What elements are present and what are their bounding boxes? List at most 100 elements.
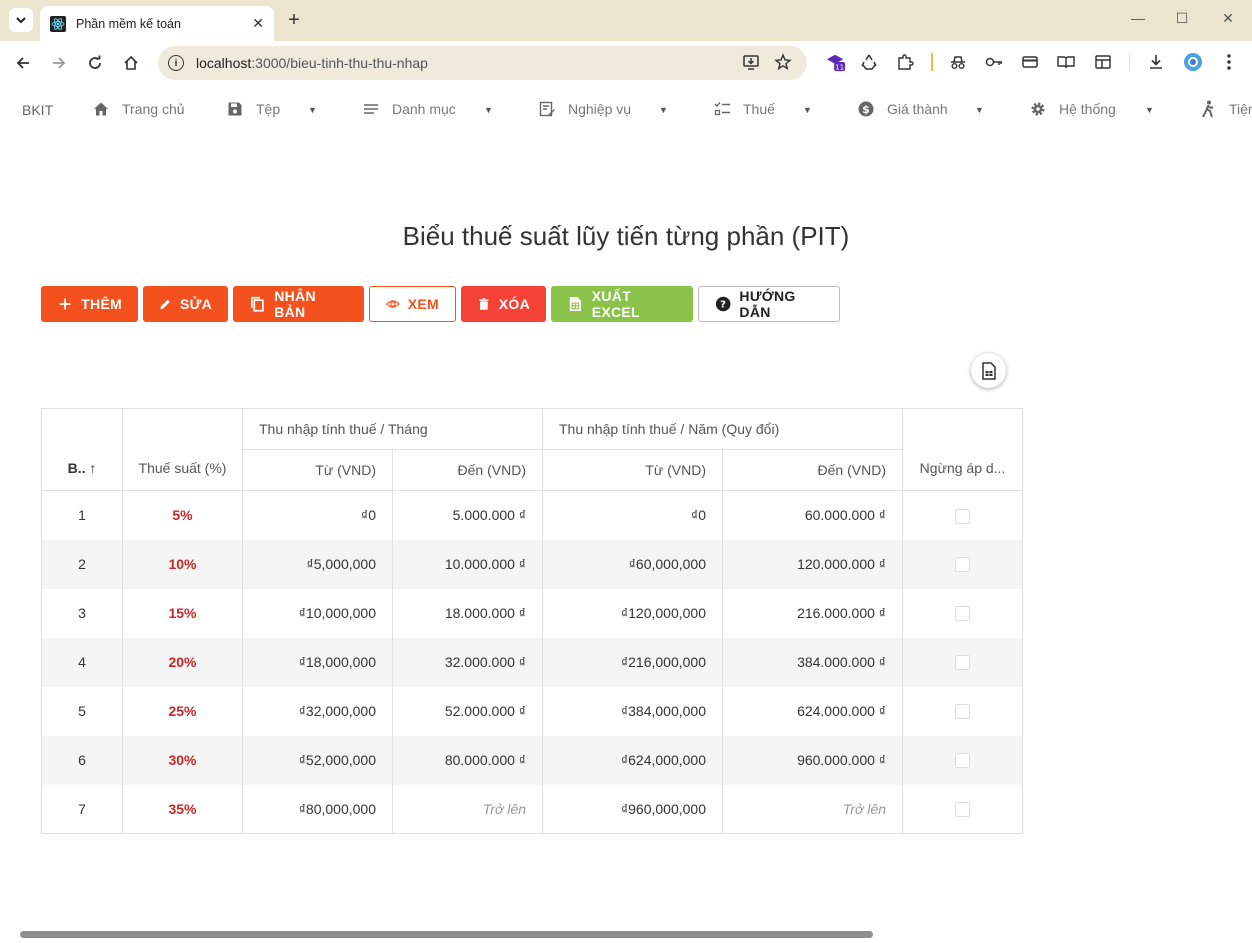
- table-row[interactable]: 5 25% ₫32,000,000 52.000.000 ₫ ₫384,000,…: [41, 686, 1023, 736]
- cell-year-from: ₫60,000,000: [542, 539, 723, 589]
- scrollbar-thumb[interactable]: [20, 931, 873, 938]
- cell-stop: [902, 539, 1023, 589]
- menu-utilities[interactable]: Tiện: [1199, 100, 1252, 118]
- menu-cost[interactable]: $ Giá thành ▼: [857, 100, 984, 118]
- browser-titlebar: Phần mềm kế toán ✕ + — ☐ ✕: [0, 0, 1252, 41]
- edit-button[interactable]: SỬA: [143, 286, 228, 322]
- browser-tab-active[interactable]: Phần mềm kế toán ✕: [40, 6, 274, 41]
- site-info-icon[interactable]: i: [168, 55, 184, 71]
- menu-system[interactable]: Hệ thống ▼: [1029, 100, 1154, 118]
- checklist-icon: [713, 100, 731, 118]
- back-button[interactable]: [11, 51, 35, 75]
- cell-month-to: 80.000.000 ₫: [392, 735, 543, 785]
- address-bar[interactable]: i localhost:3000/bieu-tinh-thu-thu-nhap: [158, 46, 807, 80]
- plus-icon: [59, 298, 71, 310]
- table-row[interactable]: 1 5% ₫0 5.000.000 ₫ ₫0 60.000.000 ₫: [41, 490, 1023, 540]
- pencil-icon: [160, 299, 170, 310]
- menu-tax[interactable]: Thuế ▼: [713, 100, 812, 118]
- tab-title: Phần mềm kế toán: [76, 16, 181, 31]
- stop-checkbox[interactable]: [955, 753, 970, 769]
- reload-button[interactable]: [83, 51, 107, 75]
- column-header-month-from[interactable]: Từ (VND): [242, 449, 393, 491]
- cell-month-from: ₫10,000,000: [242, 588, 393, 638]
- menu-file[interactable]: Tệp ▼: [226, 100, 317, 118]
- table-row[interactable]: 3 15% ₫10,000,000 18.000.000 ₫ ₫120,000,…: [41, 588, 1023, 638]
- menu-operations[interactable]: Nghiệp vụ ▼: [538, 100, 668, 118]
- caret-down-icon: ▼: [484, 105, 493, 115]
- table-row[interactable]: 7 35% ₫80,000,000 Trở lên ₫960,000,000 T…: [41, 784, 1023, 834]
- column-header-year-from[interactable]: Từ (VND): [542, 449, 723, 491]
- stop-checkbox[interactable]: [955, 557, 970, 573]
- table-row[interactable]: 4 20% ₫18,000,000 32.000.000 ₫ ₫216,000,…: [41, 637, 1023, 687]
- toolbar-divider: [1129, 53, 1130, 71]
- cell-month-to: 32.000.000 ₫: [392, 637, 543, 687]
- maximize-button[interactable]: ☐: [1172, 10, 1192, 27]
- column-header-stt[interactable]: B.. ↑: [41, 408, 123, 491]
- close-window-button[interactable]: ✕: [1218, 10, 1238, 27]
- minimize-button[interactable]: —: [1128, 10, 1148, 26]
- page-title: Biểu thuế suất lũy tiến từng phần (PIT): [402, 221, 850, 251]
- menu-home-label: Trang chủ: [122, 101, 185, 117]
- download-icon[interactable]: [1146, 52, 1166, 72]
- address-url[interactable]: localhost:3000/bieu-tinh-thu-thu-nhap: [196, 55, 428, 71]
- password-key-icon[interactable]: [984, 52, 1004, 72]
- horizontal-scrollbar[interactable]: [16, 929, 1238, 939]
- svg-text:$: $: [862, 103, 870, 116]
- stop-checkbox[interactable]: [955, 655, 970, 671]
- dollar-icon: $: [857, 100, 875, 118]
- caret-down-icon: ▼: [803, 105, 812, 115]
- close-tab-icon[interactable]: ✕: [252, 15, 264, 32]
- column-header-rate[interactable]: Thuế suất (%): [122, 408, 243, 491]
- new-tab-button[interactable]: +: [283, 8, 305, 32]
- extensions-puzzle-icon[interactable]: [895, 52, 915, 72]
- cell-year-to: 216.000.000 ₫: [722, 588, 903, 638]
- payment-card-icon[interactable]: [1020, 52, 1040, 72]
- arrow-right-icon: [53, 57, 66, 69]
- add-button[interactable]: THÊM: [41, 286, 138, 322]
- column-header-year-to[interactable]: Đến (VND): [722, 449, 903, 491]
- copy-icon: [251, 296, 264, 312]
- home-button[interactable]: [119, 51, 143, 75]
- stop-checkbox[interactable]: [955, 606, 970, 622]
- export-excel-button[interactable]: XUẤT EXCEL: [551, 286, 693, 322]
- cell-month-from: ₫32,000,000: [242, 686, 393, 736]
- cell-stop: [902, 637, 1023, 687]
- cell-month-from: ₫18,000,000: [242, 637, 393, 687]
- list-icon: [362, 100, 380, 118]
- column-header-stop[interactable]: Ngừng áp d...: [902, 408, 1023, 491]
- profile-avatar-icon[interactable]: [1183, 52, 1203, 72]
- app-brand[interactable]: BKIT: [22, 102, 53, 118]
- menu-home[interactable]: Trang chủ: [92, 100, 185, 118]
- cell-stt: 6: [41, 735, 123, 785]
- export-csv-button[interactable]: [971, 353, 1006, 388]
- file-export-icon: [981, 361, 996, 380]
- cell-rate: 25%: [122, 686, 243, 736]
- reading-mode-icon[interactable]: [1056, 52, 1076, 72]
- extension-graduation-icon[interactable]: 11: [826, 52, 846, 72]
- table-row[interactable]: 6 30% ₫52,000,000 80.000.000 ₫ ₫624,000,…: [41, 735, 1023, 785]
- recycle-icon[interactable]: [859, 52, 879, 72]
- duplicate-button[interactable]: NHÂN BẢN: [233, 286, 364, 322]
- cell-month-to: Trở lên: [392, 784, 543, 834]
- install-app-icon[interactable]: [740, 51, 762, 73]
- column-header-month-to[interactable]: Đến (VND): [392, 449, 543, 491]
- browser-menu-icon[interactable]: [1219, 52, 1239, 72]
- tab-search-button[interactable]: [9, 8, 33, 32]
- side-panel-icon[interactable]: [1093, 52, 1113, 72]
- forward-button[interactable]: [47, 51, 71, 75]
- cell-month-from: ₫5,000,000: [242, 539, 393, 589]
- incognito-icon[interactable]: [948, 52, 968, 72]
- stop-checkbox[interactable]: [955, 508, 970, 524]
- menu-catalog[interactable]: Danh mục ▼: [362, 100, 493, 118]
- cell-stt: 1: [41, 490, 123, 540]
- cell-stop: [902, 735, 1023, 785]
- view-button[interactable]: XEM: [369, 286, 456, 322]
- guide-button[interactable]: ? HƯỚNG DẪN: [698, 286, 840, 322]
- stop-checkbox[interactable]: [955, 704, 970, 720]
- stop-checkbox[interactable]: [955, 802, 970, 818]
- bookmark-star-icon[interactable]: [772, 51, 794, 73]
- table-row[interactable]: 2 10% ₫5,000,000 10.000.000 ₫ ₫60,000,00…: [41, 539, 1023, 589]
- cell-rate: 5%: [122, 490, 243, 540]
- delete-button[interactable]: XÓA: [461, 286, 546, 322]
- help-circle-icon: ?: [715, 296, 731, 312]
